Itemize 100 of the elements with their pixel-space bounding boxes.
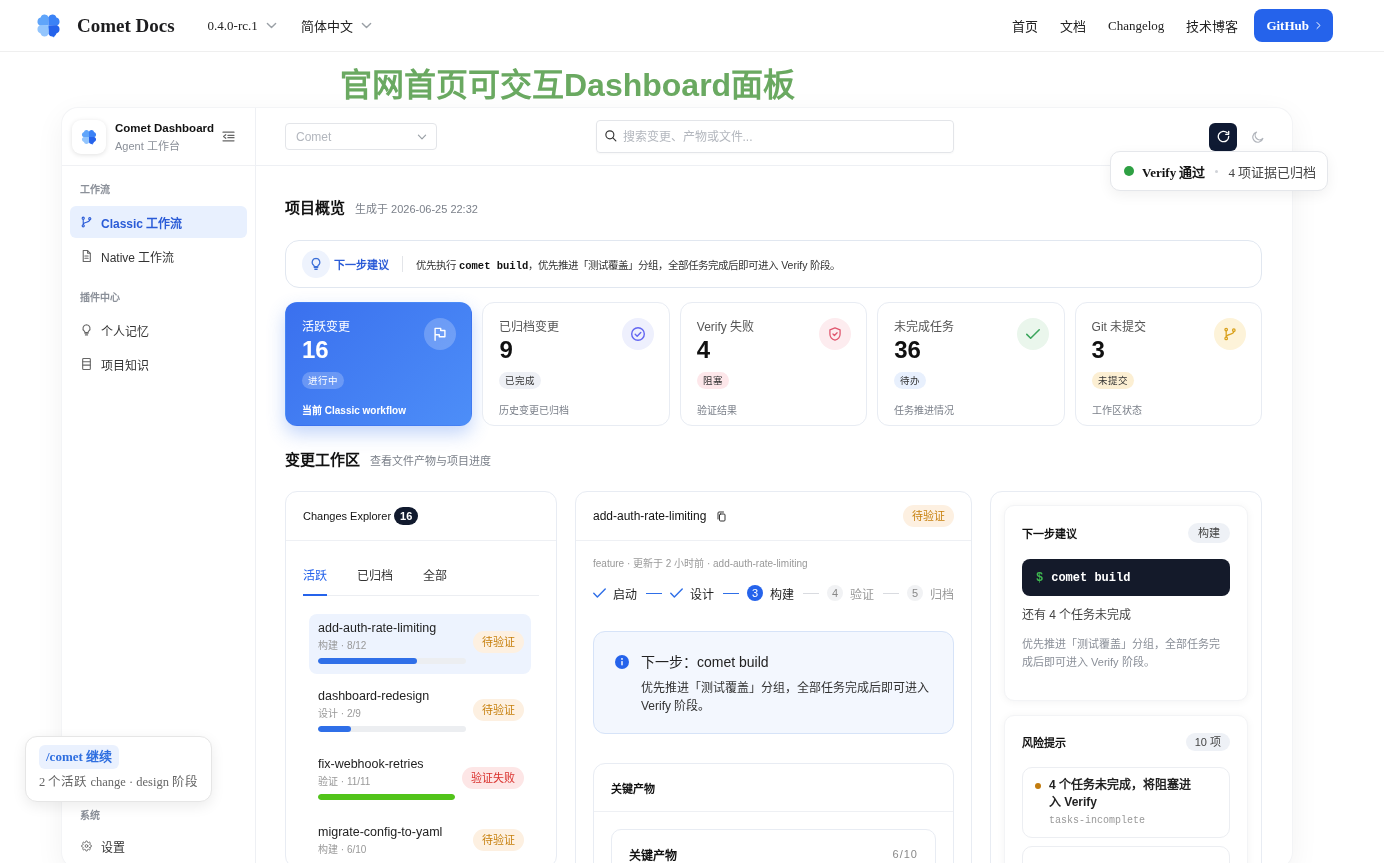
refresh-button[interactable] [1209, 122, 1237, 151]
language-dropdown[interactable]: 简体中文 [300, 16, 372, 35]
step-label: 启动 [613, 586, 637, 602]
detail-title: add-auth-rate-limiting [593, 509, 707, 523]
card-title: 风险提示 [1022, 735, 1066, 750]
check-icon [670, 588, 683, 598]
stat-value: 36 [894, 336, 922, 364]
prompt-symbol: $ [1036, 570, 1044, 585]
status-tag: 未提交 [1091, 372, 1134, 389]
detail-meta: feature · 更新于 2 小时前 · add-auth-rate-limiting [593, 557, 809, 571]
book-icon [81, 358, 92, 370]
branch-icon [1214, 318, 1246, 350]
stat-label: 已归档变更 [499, 319, 561, 336]
count-tag: 10 项 [1185, 733, 1230, 751]
stat-caption: 任务推进情况 [894, 404, 956, 418]
section-label: 插件中心 [79, 292, 121, 304]
section-label: 系统 [79, 810, 101, 822]
command-chip: /comet 继续 [39, 745, 120, 769]
chevron-down-icon [265, 22, 277, 29]
brand-name: Comet Docs [77, 14, 175, 37]
step-connector [802, 592, 819, 594]
group-count: 6/10 [892, 848, 918, 860]
shield-check-icon [819, 318, 852, 350]
lightbulb-icon [81, 324, 92, 336]
stat-card[interactable]: Verify 失败 4 阻塞 验证结果 [679, 302, 868, 426]
stat-card[interactable]: 活跃变更 16 进行中 当前 Classic workflow [285, 302, 473, 426]
logo-icon [72, 119, 106, 154]
step-number: 4 [827, 585, 843, 601]
stat-value: 3 [1091, 336, 1106, 364]
sidebar-item[interactable]: 项目知识 [70, 348, 247, 380]
stat-caption: 验证结果 [696, 404, 738, 418]
risk-code: tasks-incomplete [1049, 814, 1146, 828]
tab[interactable]: 已归档 [357, 564, 393, 596]
status-tag: 待办 [894, 372, 927, 389]
lightbulb-icon [302, 250, 330, 278]
popover-detail: 4 项证据已归档 [1228, 163, 1317, 181]
check-icon [1016, 318, 1049, 350]
app-title: Comet Dashboard [115, 120, 215, 136]
info-icon [615, 655, 629, 669]
status-tag: 已完成 [499, 372, 542, 389]
section-subtitle: 查看文件产物与项目进度 [370, 454, 491, 468]
change-meta: 验证 · 11/11 [318, 775, 372, 789]
sidebar-item[interactable]: 个人记忆 [70, 314, 247, 346]
change-meta: 构建 · 6/10 [318, 843, 368, 857]
change-name: fix-webhook-retries [318, 756, 425, 773]
copy-icon[interactable] [717, 510, 727, 522]
change-meta: 构建 · 8/12 [318, 639, 368, 653]
app-subtitle: Agent 工作台 [115, 138, 181, 153]
stat-label: 未完成任务 [894, 319, 956, 336]
version-dropdown[interactable]: 0.4.0-rc.1 [207, 17, 277, 34]
sidebar-item[interactable]: Native 工作流 [70, 240, 247, 272]
step-number: 3 [747, 585, 763, 601]
flag-icon [424, 318, 457, 350]
github-button[interactable]: GitHub [1254, 9, 1333, 42]
tab[interactable]: 活跃 [303, 564, 327, 596]
task-summary: 还有 4 个任务未完成 [1022, 607, 1133, 624]
suggestion-text: 优先执行 comet build，优先推进「测试覆盖」分组，全部任务完成后即可进入 Verify 阶段。 [416, 257, 841, 272]
check-icon [593, 588, 606, 598]
sidebar-item[interactable]: Classic 工作流 [70, 206, 247, 238]
stat-caption: 历史变更已归档 [499, 404, 571, 418]
change-name: add-auth-rate-limiting [318, 620, 438, 637]
card-title: 下一步建议 [1022, 526, 1077, 541]
nav-link[interactable]: 技术博客 [1186, 16, 1239, 35]
step-label: 验证 [850, 586, 874, 602]
stat-caption: 当前 Classic workflow [302, 404, 407, 418]
popover-title: Verify 通过 [1142, 163, 1206, 181]
document-icon [81, 250, 92, 262]
nav-link[interactable]: 首页 [1012, 16, 1039, 35]
stat-value: 4 [696, 336, 712, 364]
change-item[interactable]: migrate-config-to-yaml 构建 · 6/10 待验证 [309, 818, 531, 863]
search-field[interactable]: 搜索变更、产物或文件... [595, 120, 954, 153]
status-tag: 待验证 [473, 698, 524, 721]
check-circle-icon [621, 318, 654, 350]
stat-card[interactable]: Git 未提交 3 未提交 工作区状态 [1074, 302, 1262, 426]
change-item[interactable]: dashboard-redesign 设计 · 2/9 待验证 [309, 682, 531, 742]
step-connector [722, 592, 739, 594]
stat-card[interactable]: 未完成任务 36 待办 任务推进情况 [877, 302, 1065, 426]
nav-link[interactable]: 文档 [1060, 16, 1087, 35]
panel-title: 关键产物 [611, 781, 655, 796]
status-tag: 待验证 [473, 630, 524, 653]
stage-tag: 构建 [1188, 523, 1230, 543]
callout-title: 下一步：comet build [641, 653, 770, 672]
section-title: 变更工作区 [285, 450, 360, 470]
status-tag: 验证失败 [462, 766, 524, 789]
stat-card[interactable]: 已归档变更 9 已完成 历史变更已归档 [482, 302, 670, 426]
change-meta: 设计 · 2/9 [318, 707, 362, 721]
chevron-down-icon [360, 22, 372, 29]
tab[interactable]: 全部 [423, 564, 447, 596]
step-connector [882, 592, 899, 594]
suggestion-label: 下一步建议 [334, 257, 389, 272]
status-tag: 待验证 [903, 505, 954, 527]
chevron-down-icon [417, 133, 427, 140]
branch-icon [81, 216, 92, 228]
search-icon [604, 130, 617, 142]
sidebar-item[interactable]: 设置 [70, 830, 247, 862]
nav-link[interactable]: Changelog [1108, 17, 1165, 34]
change-item[interactable]: add-auth-rate-limiting 构建 · 8/12 待验证 [309, 614, 531, 674]
collapse-menu-icon[interactable] [222, 131, 235, 142]
change-item[interactable]: fix-webhook-retries 验证 · 11/11 验证失败 [309, 750, 531, 810]
group-title: 关键产物 [629, 847, 677, 863]
